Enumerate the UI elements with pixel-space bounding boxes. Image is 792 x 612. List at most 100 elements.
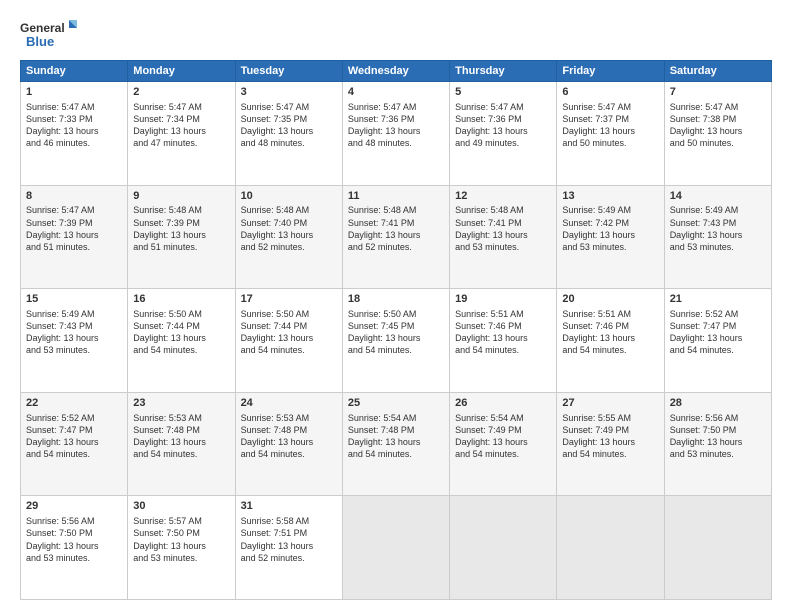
- svg-text:Blue: Blue: [26, 34, 54, 49]
- day-number: 13: [562, 189, 658, 204]
- calendar-cell: 12Sunrise: 5:48 AM Sunset: 7:41 PM Dayli…: [450, 185, 557, 289]
- calendar-cell: 29Sunrise: 5:56 AM Sunset: 7:50 PM Dayli…: [21, 496, 128, 600]
- day-details: Sunrise: 5:50 AM Sunset: 7:44 PM Dayligh…: [241, 308, 337, 357]
- calendar-day-header: Monday: [128, 61, 235, 82]
- day-details: Sunrise: 5:55 AM Sunset: 7:49 PM Dayligh…: [562, 412, 658, 461]
- day-number: 9: [133, 189, 229, 204]
- day-details: Sunrise: 5:47 AM Sunset: 7:34 PM Dayligh…: [133, 101, 229, 150]
- day-details: Sunrise: 5:56 AM Sunset: 7:50 PM Dayligh…: [670, 412, 766, 461]
- day-number: 19: [455, 292, 551, 307]
- day-details: Sunrise: 5:52 AM Sunset: 7:47 PM Dayligh…: [26, 412, 122, 461]
- calendar-cell: 22Sunrise: 5:52 AM Sunset: 7:47 PM Dayli…: [21, 392, 128, 496]
- calendar-day-header: Wednesday: [342, 61, 449, 82]
- day-details: Sunrise: 5:49 AM Sunset: 7:42 PM Dayligh…: [562, 204, 658, 253]
- calendar-cell: 5Sunrise: 5:47 AM Sunset: 7:36 PM Daylig…: [450, 82, 557, 186]
- calendar-cell: 21Sunrise: 5:52 AM Sunset: 7:47 PM Dayli…: [664, 289, 771, 393]
- day-number: 1: [26, 85, 122, 100]
- day-details: Sunrise: 5:47 AM Sunset: 7:38 PM Dayligh…: [670, 101, 766, 150]
- day-details: Sunrise: 5:57 AM Sunset: 7:50 PM Dayligh…: [133, 515, 229, 564]
- day-number: 22: [26, 396, 122, 411]
- calendar-cell: 28Sunrise: 5:56 AM Sunset: 7:50 PM Dayli…: [664, 392, 771, 496]
- day-number: 10: [241, 189, 337, 204]
- day-details: Sunrise: 5:48 AM Sunset: 7:39 PM Dayligh…: [133, 204, 229, 253]
- day-number: 26: [455, 396, 551, 411]
- day-details: Sunrise: 5:47 AM Sunset: 7:39 PM Dayligh…: [26, 204, 122, 253]
- calendar-cell: [450, 496, 557, 600]
- day-details: Sunrise: 5:54 AM Sunset: 7:49 PM Dayligh…: [455, 412, 551, 461]
- calendar-week-row: 29Sunrise: 5:56 AM Sunset: 7:50 PM Dayli…: [21, 496, 772, 600]
- day-number: 14: [670, 189, 766, 204]
- day-number: 31: [241, 499, 337, 514]
- calendar-cell: 9Sunrise: 5:48 AM Sunset: 7:39 PM Daylig…: [128, 185, 235, 289]
- calendar-cell: 2Sunrise: 5:47 AM Sunset: 7:34 PM Daylig…: [128, 82, 235, 186]
- day-number: 16: [133, 292, 229, 307]
- calendar-day-header: Sunday: [21, 61, 128, 82]
- day-number: 21: [670, 292, 766, 307]
- calendar-cell: 26Sunrise: 5:54 AM Sunset: 7:49 PM Dayli…: [450, 392, 557, 496]
- day-number: 12: [455, 189, 551, 204]
- calendar-cell: 3Sunrise: 5:47 AM Sunset: 7:35 PM Daylig…: [235, 82, 342, 186]
- calendar-cell: 24Sunrise: 5:53 AM Sunset: 7:48 PM Dayli…: [235, 392, 342, 496]
- day-number: 6: [562, 85, 658, 100]
- header: General Blue: [20, 16, 772, 54]
- day-number: 28: [670, 396, 766, 411]
- day-details: Sunrise: 5:47 AM Sunset: 7:37 PM Dayligh…: [562, 101, 658, 150]
- calendar-cell: 20Sunrise: 5:51 AM Sunset: 7:46 PM Dayli…: [557, 289, 664, 393]
- day-number: 17: [241, 292, 337, 307]
- day-details: Sunrise: 5:53 AM Sunset: 7:48 PM Dayligh…: [241, 412, 337, 461]
- svg-text:General: General: [20, 21, 65, 35]
- calendar-cell: 13Sunrise: 5:49 AM Sunset: 7:42 PM Dayli…: [557, 185, 664, 289]
- day-details: Sunrise: 5:47 AM Sunset: 7:35 PM Dayligh…: [241, 101, 337, 150]
- calendar-day-header: Friday: [557, 61, 664, 82]
- day-details: Sunrise: 5:47 AM Sunset: 7:36 PM Dayligh…: [348, 101, 444, 150]
- calendar-cell: 30Sunrise: 5:57 AM Sunset: 7:50 PM Dayli…: [128, 496, 235, 600]
- day-details: Sunrise: 5:48 AM Sunset: 7:40 PM Dayligh…: [241, 204, 337, 253]
- day-details: Sunrise: 5:56 AM Sunset: 7:50 PM Dayligh…: [26, 515, 122, 564]
- day-number: 7: [670, 85, 766, 100]
- calendar-cell: 25Sunrise: 5:54 AM Sunset: 7:48 PM Dayli…: [342, 392, 449, 496]
- calendar-cell: 4Sunrise: 5:47 AM Sunset: 7:36 PM Daylig…: [342, 82, 449, 186]
- calendar-day-header: Thursday: [450, 61, 557, 82]
- calendar-cell: 10Sunrise: 5:48 AM Sunset: 7:40 PM Dayli…: [235, 185, 342, 289]
- calendar-week-row: 15Sunrise: 5:49 AM Sunset: 7:43 PM Dayli…: [21, 289, 772, 393]
- day-details: Sunrise: 5:47 AM Sunset: 7:36 PM Dayligh…: [455, 101, 551, 150]
- day-details: Sunrise: 5:54 AM Sunset: 7:48 PM Dayligh…: [348, 412, 444, 461]
- day-details: Sunrise: 5:52 AM Sunset: 7:47 PM Dayligh…: [670, 308, 766, 357]
- day-number: 5: [455, 85, 551, 100]
- calendar-cell: 8Sunrise: 5:47 AM Sunset: 7:39 PM Daylig…: [21, 185, 128, 289]
- calendar-cell: [664, 496, 771, 600]
- day-details: Sunrise: 5:48 AM Sunset: 7:41 PM Dayligh…: [348, 204, 444, 253]
- calendar-cell: 6Sunrise: 5:47 AM Sunset: 7:37 PM Daylig…: [557, 82, 664, 186]
- calendar-cell: 7Sunrise: 5:47 AM Sunset: 7:38 PM Daylig…: [664, 82, 771, 186]
- day-number: 18: [348, 292, 444, 307]
- calendar-cell: 27Sunrise: 5:55 AM Sunset: 7:49 PM Dayli…: [557, 392, 664, 496]
- page: General Blue SundayMondayTuesdayWednesda…: [0, 0, 792, 612]
- day-details: Sunrise: 5:47 AM Sunset: 7:33 PM Dayligh…: [26, 101, 122, 150]
- day-details: Sunrise: 5:49 AM Sunset: 7:43 PM Dayligh…: [26, 308, 122, 357]
- day-number: 3: [241, 85, 337, 100]
- calendar-day-header: Tuesday: [235, 61, 342, 82]
- calendar-cell: 16Sunrise: 5:50 AM Sunset: 7:44 PM Dayli…: [128, 289, 235, 393]
- day-details: Sunrise: 5:51 AM Sunset: 7:46 PM Dayligh…: [455, 308, 551, 357]
- day-number: 30: [133, 499, 229, 514]
- calendar-cell: [557, 496, 664, 600]
- logo: General Blue: [20, 16, 80, 54]
- day-number: 23: [133, 396, 229, 411]
- day-number: 15: [26, 292, 122, 307]
- day-number: 29: [26, 499, 122, 514]
- calendar-header-row: SundayMondayTuesdayWednesdayThursdayFrid…: [21, 61, 772, 82]
- day-details: Sunrise: 5:50 AM Sunset: 7:45 PM Dayligh…: [348, 308, 444, 357]
- day-details: Sunrise: 5:53 AM Sunset: 7:48 PM Dayligh…: [133, 412, 229, 461]
- day-details: Sunrise: 5:49 AM Sunset: 7:43 PM Dayligh…: [670, 204, 766, 253]
- calendar-table: SundayMondayTuesdayWednesdayThursdayFrid…: [20, 60, 772, 600]
- day-details: Sunrise: 5:48 AM Sunset: 7:41 PM Dayligh…: [455, 204, 551, 253]
- day-number: 2: [133, 85, 229, 100]
- calendar-cell: 15Sunrise: 5:49 AM Sunset: 7:43 PM Dayli…: [21, 289, 128, 393]
- calendar-cell: 19Sunrise: 5:51 AM Sunset: 7:46 PM Dayli…: [450, 289, 557, 393]
- day-number: 11: [348, 189, 444, 204]
- day-details: Sunrise: 5:58 AM Sunset: 7:51 PM Dayligh…: [241, 515, 337, 564]
- calendar-cell: 11Sunrise: 5:48 AM Sunset: 7:41 PM Dayli…: [342, 185, 449, 289]
- calendar-cell: 23Sunrise: 5:53 AM Sunset: 7:48 PM Dayli…: [128, 392, 235, 496]
- calendar-cell: 31Sunrise: 5:58 AM Sunset: 7:51 PM Dayli…: [235, 496, 342, 600]
- calendar-week-row: 22Sunrise: 5:52 AM Sunset: 7:47 PM Dayli…: [21, 392, 772, 496]
